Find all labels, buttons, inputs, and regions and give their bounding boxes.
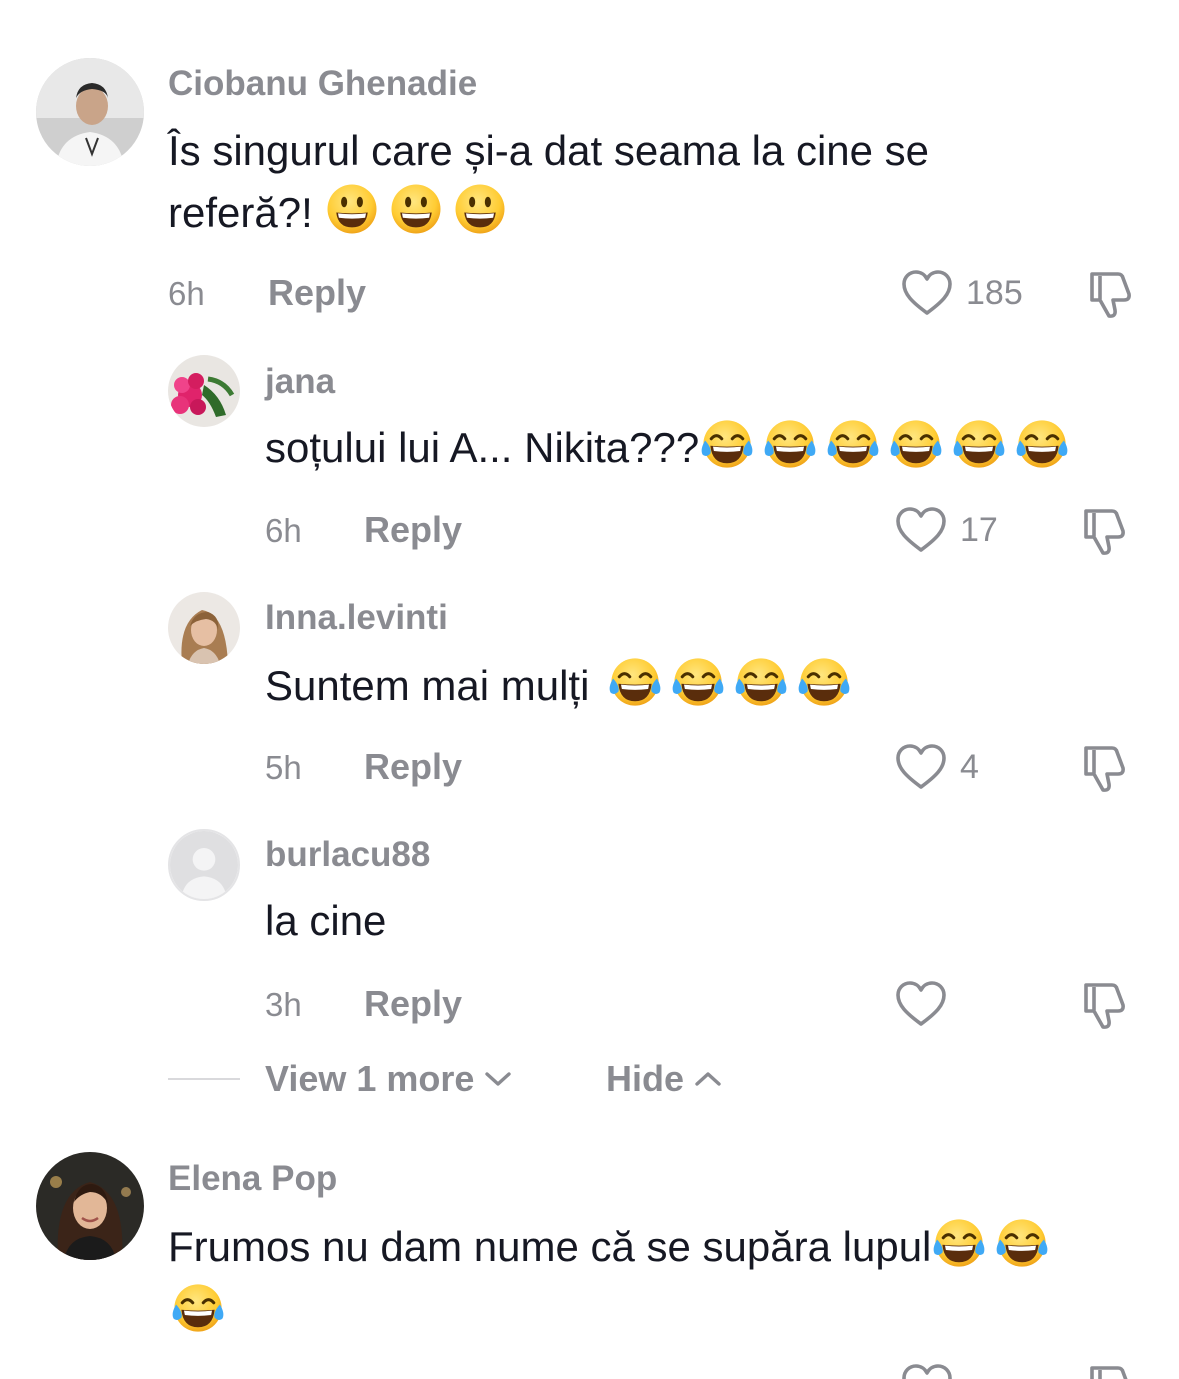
comment-text-line2: referă?! [168, 181, 508, 244]
comment-text: soțului lui A... Nikita??? [265, 416, 1070, 479]
dislike-icon[interactable] [1076, 979, 1128, 1031]
comment-username[interactable]: Inna.levinti [265, 598, 448, 638]
dislike-icon[interactable] [1076, 742, 1128, 794]
tears-of-joy-icon [931, 1215, 987, 1271]
like-heart-icon[interactable] [894, 505, 948, 555]
emoji-group [324, 181, 508, 237]
chevron-down-icon [485, 1072, 512, 1086]
reply-button[interactable]: Reply [364, 983, 462, 1025]
emoji-group [931, 1215, 1050, 1271]
comment-text: Suntem mai mulți [265, 654, 852, 717]
like-count: 185 [966, 274, 1023, 312]
tears-of-joy-icon [670, 654, 726, 710]
comment-time: 6h [168, 275, 205, 312]
comment-time: 5h [265, 749, 302, 786]
dislike-icon[interactable] [1082, 268, 1134, 320]
avatar[interactable] [168, 592, 240, 664]
comment-time: 3h [265, 986, 302, 1023]
tears-of-joy-icon [170, 1280, 226, 1336]
like-heart-icon[interactable] [900, 1362, 954, 1379]
grinning-face-icon [324, 181, 380, 237]
view-more-replies-button[interactable]: View 1 more [265, 1058, 512, 1100]
thread-divider [168, 1078, 240, 1080]
hide-replies-button[interactable]: Hide [606, 1058, 722, 1100]
comment-text: Frumos nu dam nume că se supăra lupul [168, 1215, 1050, 1278]
avatar[interactable] [36, 1152, 144, 1260]
avatar[interactable] [36, 58, 144, 166]
tears-of-joy-icon [607, 654, 663, 710]
reply-button[interactable]: Reply [364, 746, 462, 788]
emoji-group [607, 654, 852, 710]
chevron-up-icon [695, 1072, 721, 1086]
comment-username[interactable]: jana [265, 362, 335, 402]
tears-of-joy-icon [888, 416, 944, 472]
tears-of-joy-icon [1014, 416, 1070, 472]
tears-of-joy-icon [796, 654, 852, 710]
grinning-face-icon [452, 181, 508, 237]
emoji-group [699, 416, 1070, 472]
grinning-face-icon [388, 181, 444, 237]
avatar[interactable] [168, 355, 240, 427]
comment-username[interactable]: Elena Pop [168, 1159, 337, 1199]
like-count: 4 [960, 748, 979, 786]
like-heart-icon[interactable] [894, 979, 948, 1029]
tears-of-joy-icon [951, 416, 1007, 472]
like-heart-icon[interactable] [894, 742, 948, 792]
dislike-icon[interactable] [1082, 1362, 1134, 1379]
tears-of-joy-icon [825, 416, 881, 472]
tears-of-joy-icon [762, 416, 818, 472]
like-heart-icon[interactable] [900, 268, 954, 318]
tears-of-joy-icon [994, 1215, 1050, 1271]
comment-username[interactable]: burlacu88 [265, 835, 430, 875]
comment-text: la cine [265, 897, 387, 944]
comment-text: Îs singurul care și-a dat seama la cine … [168, 127, 930, 174]
like-count: 17 [960, 511, 998, 549]
tears-of-joy-icon [733, 654, 789, 710]
dislike-icon[interactable] [1076, 505, 1128, 557]
comment-username[interactable]: Ciobanu Ghenadie [168, 64, 477, 104]
reply-button[interactable]: Reply [268, 272, 366, 314]
reply-button[interactable]: Reply [364, 509, 462, 551]
avatar[interactable] [168, 829, 240, 901]
comment-time: 6h [265, 512, 302, 549]
emoji-group-line2 [170, 1280, 226, 1336]
tears-of-joy-icon [699, 416, 755, 472]
